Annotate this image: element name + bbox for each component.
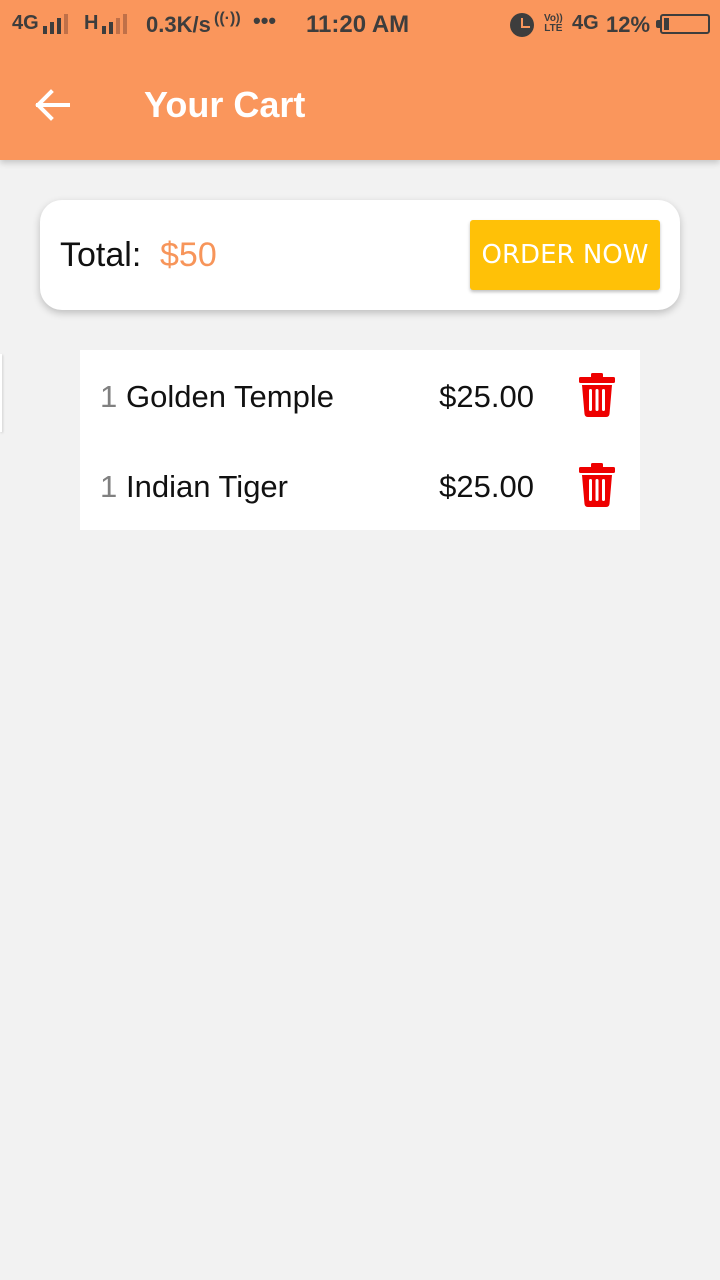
network-status-2: H — [84, 12, 128, 35]
signal-strength-icon — [102, 13, 128, 34]
delete-item-button[interactable] — [578, 372, 616, 418]
status-bar: 4G H 0.3K/s ((·)) ••• 11:20 AM Vo)) LTE … — [0, 0, 720, 50]
battery-percent: 12% — [606, 12, 651, 37]
page-title: Your Cart — [144, 84, 306, 125]
cart-item: 1 Golden Temple $25.00 — [80, 350, 640, 440]
order-now-button[interactable]: ORDER NOW — [470, 220, 660, 290]
app-bar: Your Cart — [0, 50, 720, 160]
clock: 11:20 AM — [306, 11, 410, 38]
data-speed-label: 0.3K/s — [146, 12, 211, 37]
item-quantity: 1 — [100, 469, 118, 504]
trash-icon — [579, 373, 615, 417]
network-status-1: 4G — [12, 12, 68, 35]
item-quantity: 1 — [100, 379, 118, 414]
total-label: Total: — [60, 236, 142, 274]
volte-icon: Vo)) LTE — [544, 14, 563, 34]
alarm-icon — [510, 13, 534, 37]
network-type-label: 4G — [12, 12, 39, 34]
arrow-left-icon — [35, 89, 70, 121]
signal-strength-icon — [42, 13, 68, 34]
more-notifications-icon: ••• — [253, 8, 277, 33]
trash-icon — [579, 463, 615, 507]
delete-item-button[interactable] — [578, 462, 616, 508]
volte-bottom-label: LTE — [544, 23, 563, 34]
hotspot-icon: ((·)) — [214, 10, 241, 27]
data-speed: 0.3K/s — [146, 12, 211, 38]
cart-item: 1 Indian Tiger $25.00 — [80, 440, 640, 530]
order-summary-card: Total: $50 ORDER NOW — [40, 200, 680, 310]
network-type-label: H — [84, 12, 99, 34]
battery-icon — [656, 14, 710, 34]
edge-handle[interactable] — [0, 354, 2, 432]
total-value: $50 — [160, 236, 217, 274]
header: 4G H 0.3K/s ((·)) ••• 11:20 AM Vo)) LTE … — [0, 0, 720, 160]
item-price: $25.00 — [439, 469, 534, 504]
back-button[interactable] — [26, 78, 80, 132]
network-type-label: 4G — [572, 12, 599, 34]
network-type-3: 4G — [572, 12, 599, 35]
item-price: $25.00 — [439, 379, 534, 414]
item-name: Golden Temple — [126, 379, 334, 414]
item-name: Indian Tiger — [126, 469, 288, 504]
cart-list: 1 Golden Temple $25.00 1 Indian Tiger $2… — [80, 350, 640, 530]
